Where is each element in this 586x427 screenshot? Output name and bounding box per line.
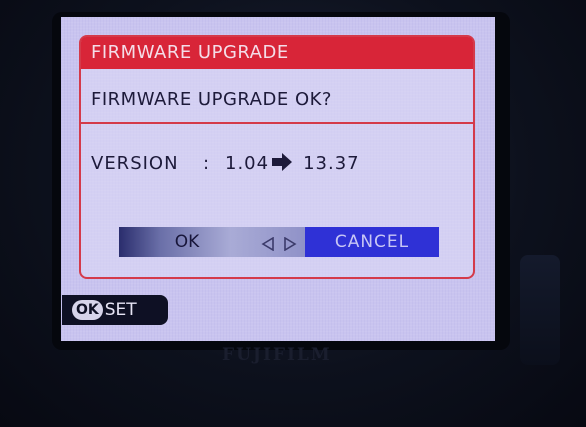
- dialog-buttons: OK CANCEL: [119, 227, 443, 257]
- firmware-upgrade-dialog: FIRMWARE UPGRADE FIRMWARE UPGRADE OK? VE…: [79, 35, 475, 279]
- brand-logo: FUJIFILM: [222, 345, 332, 365]
- version-row: VERSION:1.04 13.37: [91, 153, 360, 176]
- version-separator: :: [203, 153, 211, 174]
- camera-body: FIRMWARE UPGRADE FIRMWARE UPGRADE OK? VE…: [0, 0, 586, 427]
- current-version: 1.04: [225, 153, 270, 174]
- ok-set-hint[interactable]: OK SET: [62, 295, 168, 325]
- ok-key-icon: OK: [72, 300, 103, 320]
- strap-lug: [520, 255, 560, 365]
- cancel-button[interactable]: CANCEL: [305, 227, 439, 257]
- right-arrow-icon: [271, 153, 293, 176]
- dialog-title: FIRMWARE UPGRADE: [81, 37, 473, 69]
- new-version: 13.37: [303, 153, 360, 174]
- left-right-arrows-icon: [261, 236, 297, 252]
- confirmation-question: FIRMWARE UPGRADE OK?: [91, 89, 332, 110]
- lcd-screen: FIRMWARE UPGRADE FIRMWARE UPGRADE OK? VE…: [61, 17, 495, 341]
- set-label: SET: [104, 300, 137, 320]
- version-label: VERSION: [91, 153, 179, 174]
- divider: [81, 122, 473, 124]
